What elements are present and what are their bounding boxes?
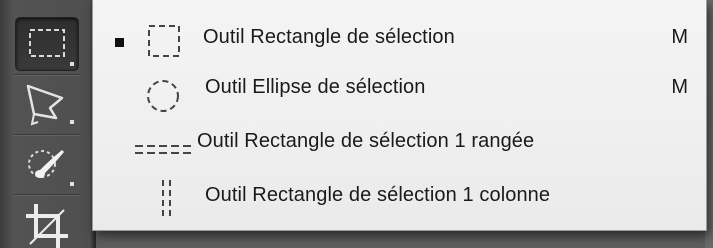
tool-divider — [14, 134, 80, 136]
menu-item-ellipse-marquee[interactable]: Outil Ellipse de sélection M — [93, 66, 706, 116]
selected-bullet-icon — [115, 38, 124, 47]
tool-divider — [14, 74, 80, 76]
menu-item-shortcut: M — [671, 76, 688, 98]
menu-item-label: Outil Ellipse de sélection — [205, 76, 426, 98]
single-row-marquee-icon — [135, 145, 195, 154]
quick-selection-tool[interactable] — [16, 138, 78, 190]
menu-item-single-row-marquee[interactable]: Outil Rectangle de sélection 1 rangée — [93, 120, 706, 170]
menu-item-single-column-marquee[interactable]: Outil Rectangle de sélection 1 colonne — [93, 172, 706, 222]
menu-item-rectangle-marquee[interactable]: Outil Rectangle de sélection M — [93, 14, 706, 64]
ellipse-marquee-icon — [147, 80, 179, 112]
quick-selection-icon — [28, 150, 74, 186]
rectangular-marquee-tool[interactable] — [16, 18, 78, 70]
menu-item-label: Outil Rectangle de sélection 1 colonne — [205, 184, 551, 206]
marquee-tools-flyout-menu: Outil Rectangle de sélection M Outil Ell… — [92, 0, 707, 231]
crop-icon — [26, 204, 68, 248]
rectangular-marquee-icon — [29, 29, 74, 66]
menu-item-label: Outil Rectangle de sélection 1 rangée — [197, 130, 535, 152]
single-column-marquee-icon — [162, 180, 171, 218]
photoshop-workspace: Outil Rectangle de sélection M Outil Ell… — [0, 0, 713, 248]
menu-item-shortcut: M — [671, 26, 688, 48]
canvas-area-edge — [96, 230, 713, 248]
crop-tool[interactable] — [16, 198, 78, 248]
rectangle-marquee-icon — [148, 25, 180, 57]
tool-divider — [14, 194, 80, 196]
polygonal-lasso-icon — [26, 84, 74, 126]
tools-panel — [0, 0, 96, 248]
polygonal-lasso-tool[interactable] — [16, 78, 78, 130]
menu-item-label: Outil Rectangle de sélection — [203, 26, 455, 48]
